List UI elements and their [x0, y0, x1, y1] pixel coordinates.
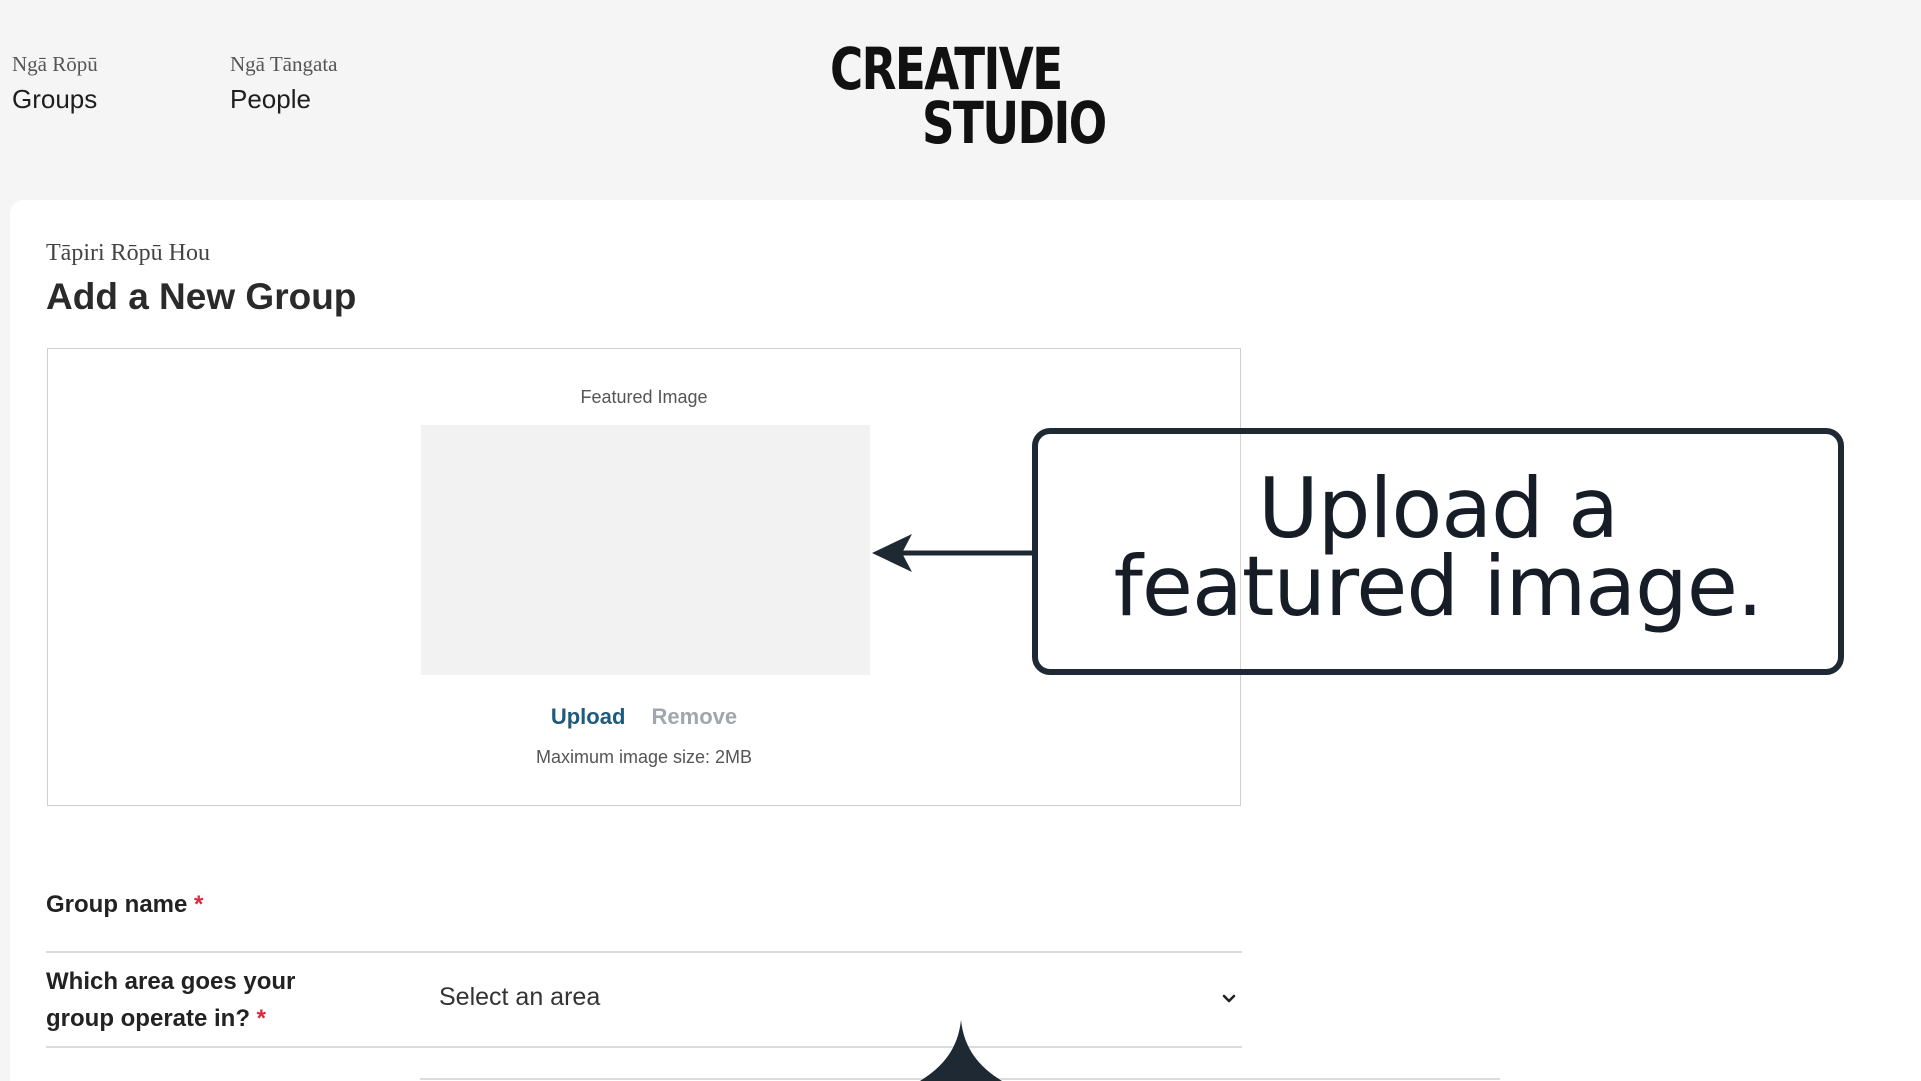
chevron-down-icon [1222, 994, 1236, 1003]
nav-people-sublabel: Ngā Tāngata [230, 52, 338, 76]
group-name-label-text: Group name [46, 891, 188, 918]
creative-studio-logo[interactable]: CREATIVE STUDIO [826, 38, 1116, 157]
nav-people-label: People [230, 84, 311, 114]
divider [46, 951, 1242, 953]
pointer-up-icon [920, 1020, 1002, 1081]
upload-button[interactable]: Upload [551, 704, 626, 729]
nav-item-people[interactable]: Ngā Tāngata People [230, 50, 337, 116]
group-name-label: Group name * [46, 886, 203, 923]
arrow-left-icon [872, 534, 1038, 572]
callout-line-2: featured image. [1113, 538, 1764, 635]
callout-box: Upload a featured image. [1032, 428, 1844, 675]
featured-image-label: Featured Image [580, 387, 708, 407]
featured-image-actions: Upload Remove [48, 704, 1240, 730]
required-marker: * [194, 891, 204, 918]
nav-groups-sublabel: Ngā Rōpū [12, 52, 98, 76]
area-select-value: Select an area [439, 983, 601, 1011]
page-title: Add a New Group [46, 276, 357, 317]
featured-image-preview[interactable] [421, 425, 870, 675]
nav-groups-label: Groups [12, 84, 98, 114]
callout-text: Upload a featured image. [1038, 460, 1838, 635]
page-subtitle: Tāpiri Rōpū Hou [46, 240, 210, 266]
max-image-size-hint: Maximum image size: 2MB [535, 747, 753, 767]
area-label: Which area goes your group operate in? * [46, 963, 366, 1037]
nav-item-groups[interactable]: Ngā Rōpū Groups [12, 50, 98, 116]
required-marker: * [256, 1005, 267, 1032]
callout-line-1: Upload a [1257, 460, 1619, 557]
logo-line-2: STUDIO [922, 89, 1107, 157]
remove-button[interactable]: Remove [652, 704, 738, 729]
divider [46, 1046, 1242, 1048]
